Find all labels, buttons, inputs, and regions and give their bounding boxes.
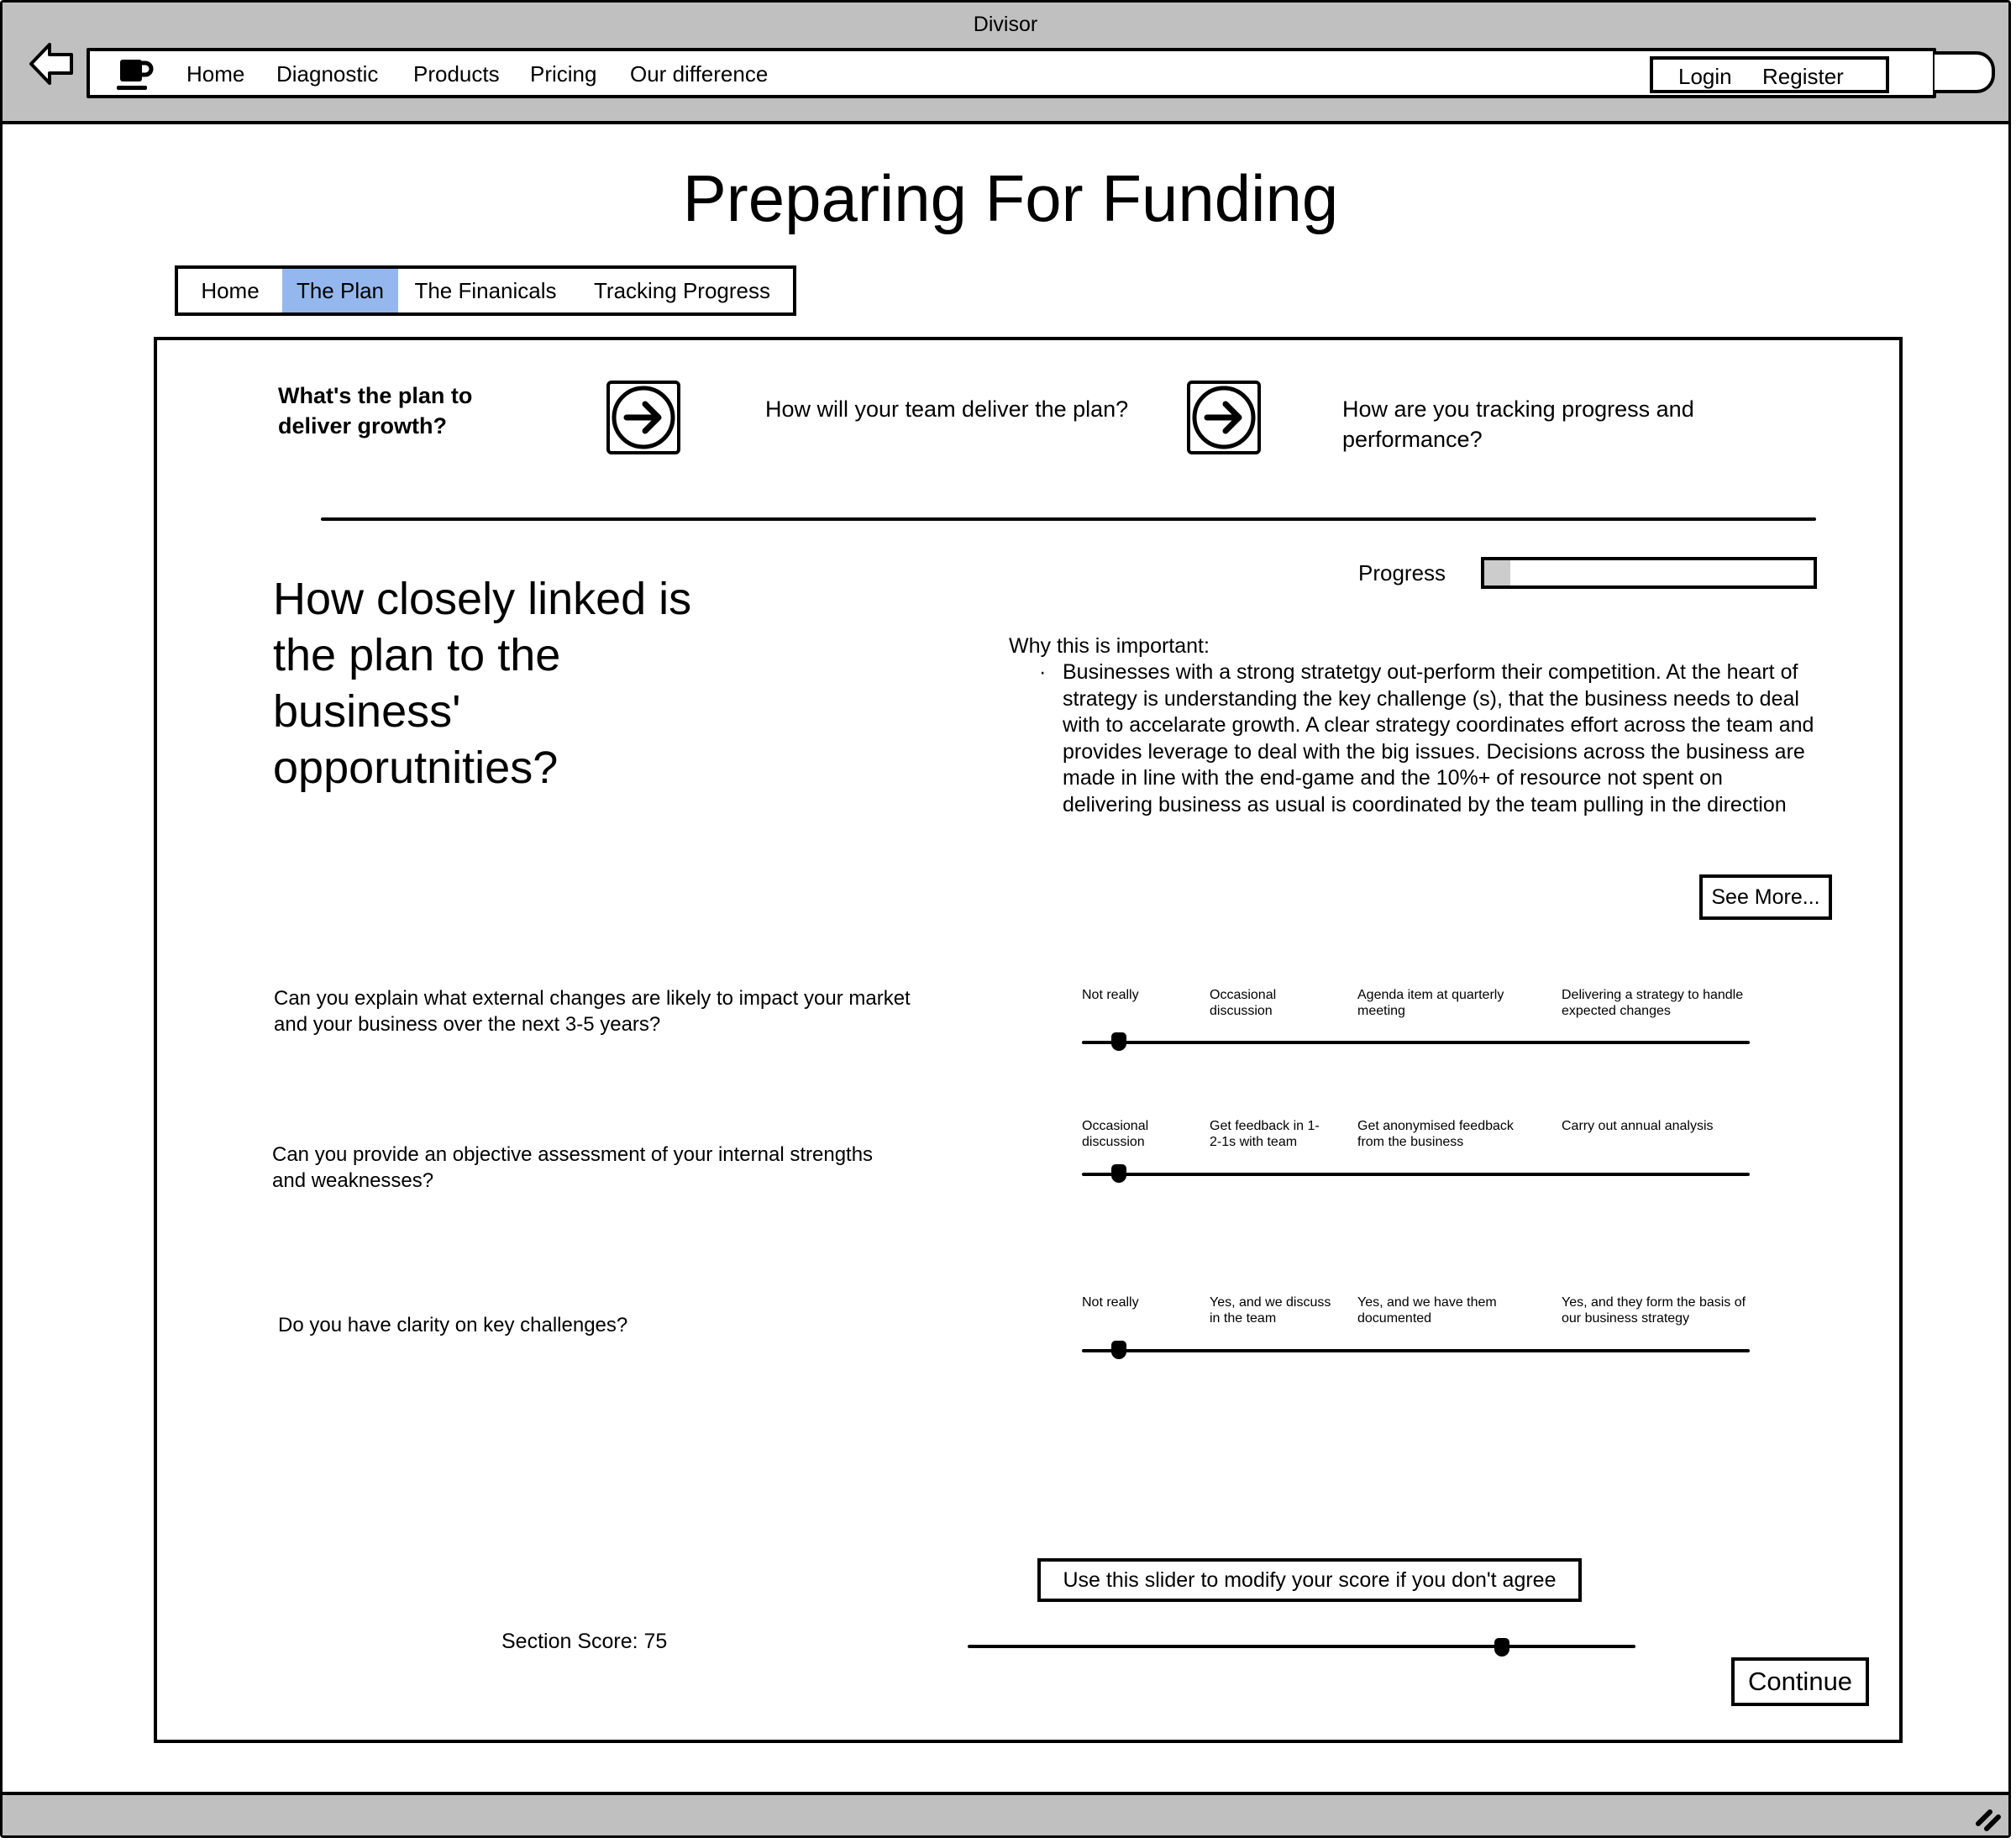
question-3-slider[interactable]	[1082, 1349, 1750, 1352]
score-slider-hint: Use this slider to modify your score if …	[1037, 1558, 1582, 1602]
progress-bar	[1481, 557, 1817, 589]
status-bar	[3, 1792, 2008, 1835]
tab-the-plan[interactable]: The Plan	[282, 269, 398, 312]
why-important-item: · Businesses with a strong stratetgy out-…	[1009, 659, 1815, 818]
question-2-option-4[interactable]: Carry out annual analysis	[1562, 1118, 1763, 1134]
main-question: How closely linked is the plan to the bu…	[273, 574, 692, 793]
question-1-option-4[interactable]: Delivering a strategy to handle expected…	[1562, 987, 1763, 1019]
main-panel: What's the plan to deliver growth? How w…	[154, 337, 1903, 1743]
tab-tracking-progress[interactable]: Tracking Progress	[573, 269, 791, 312]
browser-window: Divisor Home Diagnostic Products Pricing…	[0, 0, 2011, 1838]
tab-home[interactable]: Home	[178, 269, 282, 312]
question-1-slider-thumb[interactable]	[1110, 1032, 1126, 1051]
page-title: Preparing For Funding	[682, 161, 1339, 235]
login-link[interactable]: Login	[1678, 64, 1732, 90]
question-1-slider[interactable]	[1082, 1041, 1750, 1044]
question-2-option-2[interactable]: Get feedback in 1-2-1s with team	[1210, 1118, 1327, 1150]
question-3-option-4[interactable]: Yes, and they form the basis of our busi…	[1562, 1294, 1763, 1326]
title-bar: Divisor Home Diagnostic Products Pricing…	[3, 3, 2008, 124]
question-2-text: Can you provide an objective assessment …	[272, 1143, 874, 1192]
nav-link-products[interactable]: Products	[413, 61, 500, 87]
question-3-slider-thumb[interactable]	[1110, 1341, 1126, 1359]
back-arrow-icon[interactable]	[28, 41, 76, 87]
why-important-label: Why this is important:	[1009, 634, 1210, 658]
bullet-icon: ·	[1039, 660, 1047, 684]
progress-bar-fill	[1484, 560, 1511, 585]
nav-link-pricing[interactable]: Pricing	[530, 61, 596, 87]
coffee-cup-icon[interactable]	[115, 58, 155, 92]
nav-link-diagnostic[interactable]: Diagnostic	[276, 61, 378, 87]
steps-divider	[321, 517, 1816, 521]
progress-label: Progress	[1358, 560, 1446, 585]
continue-button[interactable]: Continue	[1731, 1657, 1869, 1706]
question-1-option-3[interactable]: Agenda item at quarterly meeting	[1357, 987, 1534, 1019]
score-slider-thumb[interactable]	[1494, 1638, 1509, 1657]
resize-grip-icon[interactable]	[1973, 1802, 2003, 1832]
nav-link-home[interactable]: Home	[186, 61, 244, 87]
question-2-slider-thumb[interactable]	[1110, 1164, 1126, 1183]
question-1-option-2[interactable]: Occasional discussion	[1210, 987, 1336, 1019]
why-important-list: · Businesses with a strong stratetgy out-…	[1009, 659, 1815, 818]
question-2-slider[interactable]	[1082, 1173, 1750, 1176]
section-tabs: Home The Plan The Finanicals Tracking Pr…	[175, 265, 796, 316]
score-slider[interactable]	[968, 1645, 1635, 1648]
question-2-option-1[interactable]: Occasional discussion	[1082, 1118, 1183, 1150]
question-1-text: Can you explain what external changes ar…	[274, 987, 911, 1036]
auth-links: Login Register	[1650, 56, 1889, 93]
window-title: Divisor	[973, 13, 1038, 36]
arrow-right-circle-icon[interactable]	[606, 381, 680, 454]
see-more-button[interactable]: See More...	[1699, 874, 1832, 920]
question-3-option-2[interactable]: Yes, and we discuss in the team	[1210, 1294, 1336, 1326]
register-link[interactable]: Register	[1762, 64, 1844, 90]
top-nav-bar: Home Diagnostic Products Pricing Our dif…	[87, 48, 1936, 98]
step-3-label[interactable]: How are you tracking progress and perfor…	[1342, 394, 1712, 454]
step-2-label[interactable]: How will your team deliver the plan?	[765, 394, 1152, 424]
question-3-option-3[interactable]: Yes, and we have them documented	[1357, 1294, 1525, 1326]
nav-bar-end-cap	[1935, 51, 1995, 93]
tab-the-finanicals[interactable]: The Finanicals	[398, 269, 573, 312]
arrow-right-circle-icon[interactable]	[1187, 381, 1261, 454]
question-3-text: Do you have clarity on key challenges?	[278, 1314, 628, 1336]
question-2-option-3[interactable]: Get anonymised feedback from the busines…	[1357, 1118, 1534, 1150]
step-1-label[interactable]: What's the plan to deliver growth?	[278, 381, 530, 441]
nav-link-our-difference[interactable]: Our difference	[630, 61, 768, 87]
section-score-label: Section Score: 75	[501, 1630, 668, 1653]
why-important-text: Businesses with a strong stratetgy out-p…	[1063, 660, 1814, 816]
